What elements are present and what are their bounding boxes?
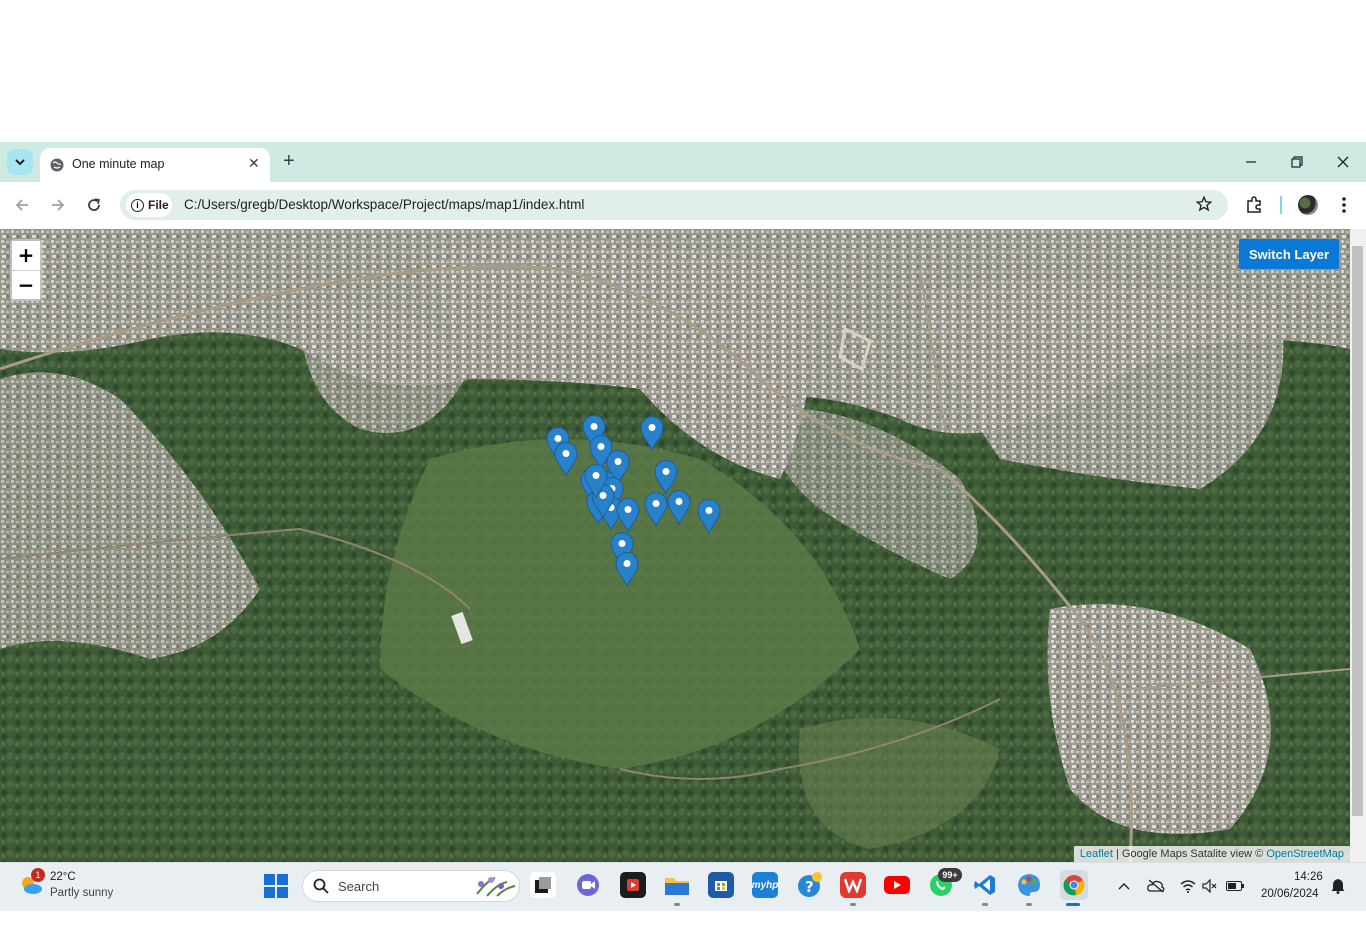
youtube-icon[interactable]	[884, 872, 910, 898]
extensions-icon[interactable]	[1243, 194, 1265, 216]
search-placeholder: Search	[338, 879, 380, 894]
switch-layer-button[interactable]: Switch Layer	[1239, 239, 1339, 269]
file-explorer-icon[interactable]	[664, 872, 690, 898]
zoom-out-button[interactable]: −	[12, 270, 40, 299]
battery-icon[interactable]	[1226, 877, 1244, 895]
search-icon	[313, 878, 329, 894]
wps-icon[interactable]	[840, 872, 866, 898]
star-icon[interactable]	[1195, 195, 1213, 213]
map-marker[interactable]	[640, 416, 664, 452]
screen: One minute map ✕ + i File C:/Users/gregb…	[0, 0, 1366, 938]
myhp-icon[interactable]: myhp	[752, 872, 778, 898]
address-bar[interactable]: i File C:/Users/gregb/Desktop/Workspace/…	[120, 190, 1228, 220]
meet-icon[interactable]	[575, 872, 601, 898]
zoom-in-button[interactable]: +	[12, 241, 40, 270]
volume-muted-icon[interactable]	[1201, 877, 1219, 895]
zoom-control: + −	[10, 239, 42, 301]
lavender-flowers-icon	[476, 877, 516, 897]
kebab-menu-icon[interactable]	[1333, 194, 1355, 216]
toolbar-divider	[1280, 196, 1282, 214]
map-marker[interactable]	[616, 498, 640, 534]
wps-running-indicator	[850, 903, 856, 906]
openstreetmap-link[interactable]: OpenStreetMap	[1266, 848, 1344, 860]
reload-icon[interactable]	[83, 194, 105, 216]
map-marker[interactable]	[667, 490, 691, 526]
profile-avatar[interactable]	[1298, 195, 1318, 215]
chrome-icon[interactable]	[1060, 870, 1088, 900]
info-icon: i	[131, 198, 144, 212]
map-marker[interactable]	[654, 460, 678, 496]
onedrive-offline-icon[interactable]	[1147, 877, 1165, 895]
map-marker[interactable]	[615, 552, 639, 588]
store-icon[interactable]	[708, 872, 734, 898]
map-marker[interactable]	[644, 492, 668, 528]
tab-title: One minute map	[72, 157, 165, 171]
clock-date[interactable]: 20/06/2024	[1261, 888, 1319, 900]
tab-search-icon[interactable]	[7, 149, 33, 175]
clock-time[interactable]: 14:26	[1294, 871, 1323, 883]
weather-desc[interactable]: Partly sunny	[50, 887, 113, 899]
tab-one-minute-map[interactable]: One minute map ✕	[40, 148, 270, 182]
map-attribution: Leaflet | Google Maps Satalite view © Op…	[1073, 846, 1350, 862]
close-tab-icon[interactable]: ✕	[248, 155, 260, 172]
vscode-running-indicator	[982, 903, 988, 906]
chrome-active-indicator	[1066, 903, 1080, 906]
video-editor-icon[interactable]	[620, 872, 646, 898]
notification-bell-icon[interactable]	[1329, 877, 1347, 895]
restore-icon[interactable]	[1282, 150, 1312, 174]
taskbar-search[interactable]: Search	[302, 870, 520, 902]
file-explorer-running-indicator	[674, 903, 680, 906]
whatsapp-badge: 99+	[938, 868, 962, 882]
minimize-icon[interactable]	[1236, 150, 1266, 174]
weather-temp[interactable]: 22°C	[50, 871, 76, 883]
back-icon[interactable]	[11, 194, 33, 216]
map-marker[interactable]	[554, 442, 578, 478]
new-tab-button[interactable]: +	[283, 150, 295, 172]
map-marker[interactable]	[697, 499, 721, 535]
help-icon[interactable]: ?	[797, 872, 823, 898]
close-icon[interactable]	[1328, 150, 1358, 174]
svg-text:?: ?	[805, 878, 814, 896]
scrollbar-thumb[interactable]	[1352, 246, 1363, 816]
attribution-text: | Google Maps Satalite view ©	[1112, 848, 1267, 860]
start-icon[interactable]	[264, 874, 288, 898]
globe-icon	[50, 158, 64, 172]
paint-running-indicator	[1026, 903, 1032, 906]
leaflet-link[interactable]: Leaflet	[1080, 848, 1113, 860]
chevron-up-icon[interactable]	[1115, 877, 1133, 895]
marker-layer	[546, 415, 721, 588]
map-container[interactable]: + − Switch Layer Leaflet | Google Maps S…	[0, 229, 1350, 862]
wifi-icon[interactable]	[1179, 877, 1197, 895]
site-chip-label: File	[148, 198, 169, 212]
url-text[interactable]: C:/Users/gregb/Desktop/Workspace/Project…	[184, 197, 584, 212]
site-info-chip[interactable]: i File	[126, 193, 172, 217]
paint-icon[interactable]	[1016, 872, 1042, 898]
forward-icon[interactable]	[47, 194, 69, 216]
vscode-icon[interactable]	[972, 872, 998, 898]
weather-badge: 1	[31, 868, 45, 882]
task-view-icon[interactable]	[530, 872, 556, 898]
